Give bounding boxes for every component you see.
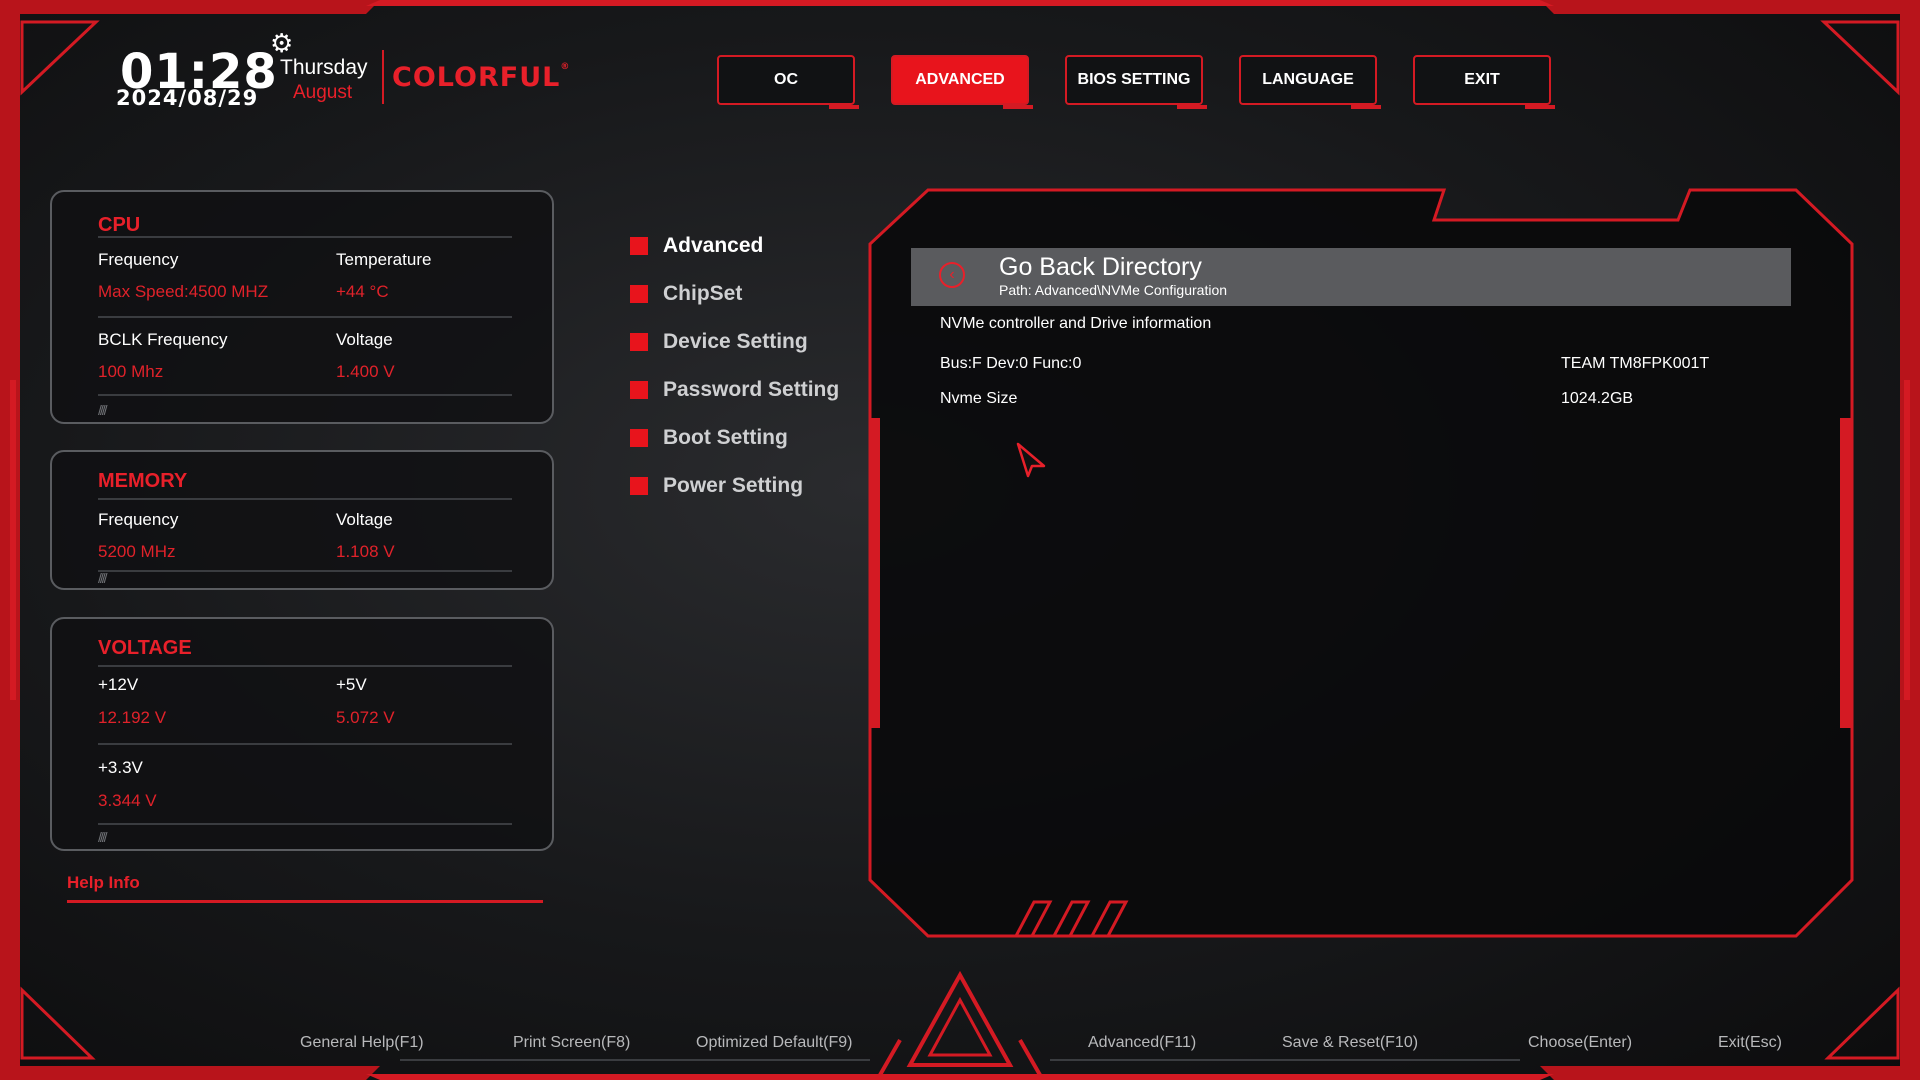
- row-nvme-size-label: Nvme Size: [940, 390, 1018, 407]
- footer-choose[interactable]: Choose(Enter): [1528, 1034, 1632, 1052]
- section-heading: NVMe controller and Drive information: [940, 315, 1212, 332]
- menu-item-boot-setting[interactable]: Boot Setting: [630, 426, 788, 450]
- decor-ticks: ////: [98, 402, 107, 418]
- bullet-icon: [630, 333, 648, 351]
- divider: [98, 394, 512, 396]
- cpu-voltage-label: Voltage: [336, 330, 393, 349]
- voltage-33v-label: +3.3V: [98, 758, 143, 777]
- voltage-33v-value: 3.344 V: [98, 791, 157, 810]
- divider: [98, 570, 512, 572]
- help-info-label: Help Info: [67, 873, 140, 892]
- decor-ticks: ////: [98, 829, 107, 845]
- footer-optimized-default[interactable]: Optimized Default(F9): [696, 1034, 853, 1052]
- footer-exit[interactable]: Exit(Esc): [1718, 1034, 1782, 1052]
- menu-item-device-setting[interactable]: Device Setting: [630, 330, 808, 354]
- memory-voltage-value: 1.108 V: [336, 542, 395, 561]
- nav-oc[interactable]: OC: [717, 55, 859, 109]
- go-back-directory[interactable]: ‹ Go Back Directory Path: Advanced\NVMe …: [911, 248, 1791, 306]
- divider: [98, 236, 512, 238]
- bullet-icon: [630, 429, 648, 447]
- voltage-5v-value: 5.072 V: [336, 708, 395, 727]
- footer-advanced[interactable]: Advanced(F11): [1088, 1034, 1196, 1052]
- divider: [98, 823, 512, 825]
- cpu-frequency-label: Frequency: [98, 250, 179, 269]
- cpu-bclk-value: 100 Mhz: [98, 362, 164, 381]
- back-arrow-icon: ‹: [939, 262, 965, 288]
- go-back-title: Go Back Directory: [999, 253, 1202, 281]
- voltage-panel: VOLTAGE +12V +5V 12.192 V 5.072 V +3.3V …: [50, 617, 554, 851]
- divider: [98, 498, 512, 500]
- bullet-icon: [630, 381, 648, 399]
- cpu-title: CPU: [98, 214, 141, 236]
- nav-language[interactable]: LANGUAGE: [1239, 55, 1381, 109]
- menu-item-advanced[interactable]: Advanced: [630, 234, 763, 258]
- memory-title: MEMORY: [98, 470, 188, 492]
- decor-ticks: ////: [98, 570, 107, 586]
- nav-advanced[interactable]: ADVANCED: [891, 55, 1033, 109]
- row-nvme-size-value: 1024.2GB: [1561, 390, 1634, 407]
- cpu-frequency-value: Max Speed:4500 MHZ: [98, 282, 269, 301]
- help-info-underline: [67, 900, 543, 903]
- cpu-temperature-label: Temperature: [336, 250, 432, 269]
- divider: [98, 316, 512, 318]
- clock-date: 2024/08/29: [116, 86, 259, 110]
- cpu-temperature-value: +44 °C: [336, 282, 389, 301]
- brand-separator: [382, 50, 384, 104]
- menu-item-password-setting[interactable]: Password Setting: [630, 378, 839, 402]
- cpu-panel: CPU Frequency Temperature Max Speed:4500…: [50, 190, 554, 424]
- bullet-icon: [630, 237, 648, 255]
- brand-logo: COLORFUL®: [392, 62, 571, 93]
- menu-item-chipset[interactable]: ChipSet: [630, 282, 742, 306]
- divider: [98, 665, 512, 667]
- bullet-icon: [630, 477, 648, 495]
- memory-panel: MEMORY Frequency Voltage 5200 MHz 1.108 …: [50, 450, 554, 590]
- clock-day: Thursday: [280, 56, 368, 79]
- divider: [98, 743, 512, 745]
- voltage-5v-label: +5V: [336, 675, 367, 694]
- voltage-12v-value: 12.192 V: [98, 708, 167, 727]
- row-bus-label: Bus:F Dev:0 Func:0: [940, 355, 1082, 372]
- row-bus-value: TEAM TM8FPK001T: [1561, 355, 1710, 372]
- voltage-title: VOLTAGE: [98, 637, 192, 659]
- footer-save-reset[interactable]: Save & Reset(F10): [1282, 1034, 1418, 1052]
- cpu-bclk-label: BCLK Frequency: [98, 330, 228, 349]
- clock-month: August: [293, 82, 353, 103]
- mouse-cursor-icon: [1016, 442, 1046, 478]
- menu-item-power-setting[interactable]: Power Setting: [630, 474, 803, 498]
- voltage-12v-label: +12V: [98, 675, 139, 694]
- cpu-voltage-value: 1.400 V: [336, 362, 395, 381]
- nav-exit[interactable]: EXIT: [1413, 55, 1555, 109]
- memory-voltage-label: Voltage: [336, 510, 393, 529]
- footer-print-screen[interactable]: Print Screen(F8): [513, 1034, 630, 1052]
- memory-frequency-label: Frequency: [98, 510, 179, 529]
- nav-bios-setting[interactable]: BIOS SETTING: [1065, 55, 1207, 109]
- breadcrumb-path: Path: Advanced\NVMe Configuration: [999, 282, 1228, 298]
- memory-frequency-value: 5200 MHz: [98, 542, 176, 561]
- bullet-icon: [630, 285, 648, 303]
- footer-general-help[interactable]: General Help(F1): [300, 1034, 424, 1052]
